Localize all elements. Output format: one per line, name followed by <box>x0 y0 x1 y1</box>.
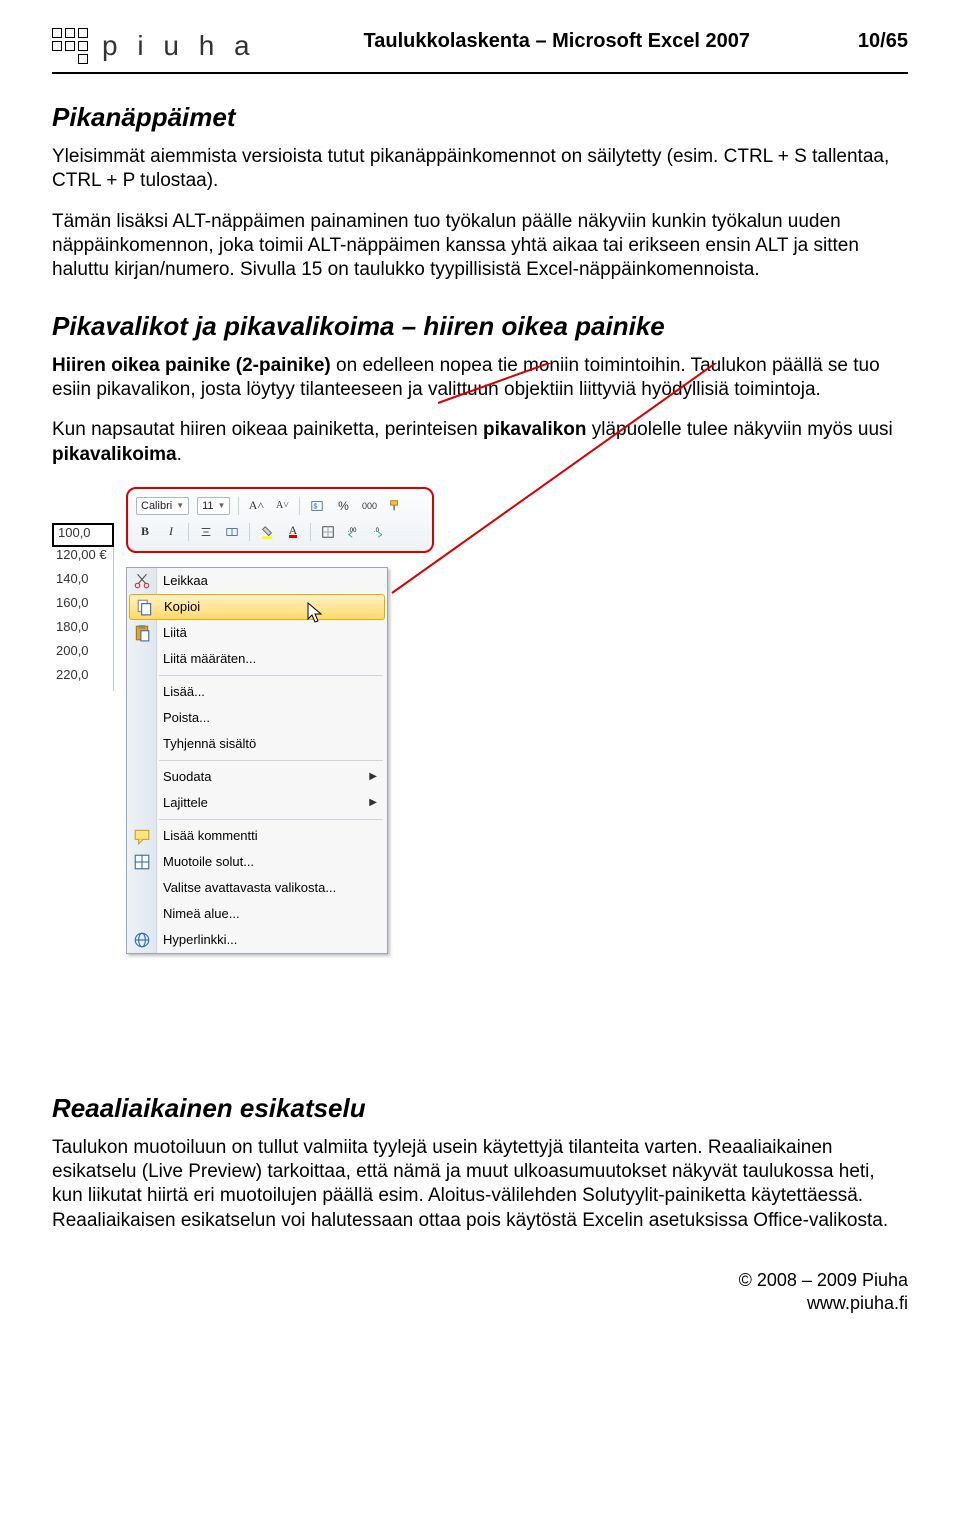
logo-icon <box>52 28 92 64</box>
excel-row-headers: 100,0 120,00 € 140,0 160,0 180,0 200,0 2… <box>52 523 114 691</box>
section-shortcuts-title: Pikanäppäimet <box>52 102 908 133</box>
menu-pick-from-list[interactable]: Valitse avattavasta valikosta... <box>127 875 387 901</box>
section-shortcuts-p1: Yleisimmät aiemmista versioista tutut pi… <box>52 145 908 194</box>
page-footer: © 2008 – 2009 Piuha www.piuha.fi <box>52 1269 908 1316</box>
page-header: p i u h a Taulukkolaskenta – Microsoft E… <box>52 28 908 64</box>
cut-icon <box>133 572 151 590</box>
merge-center-icon[interactable] <box>223 523 241 541</box>
row-cell: 120,00 € <box>52 547 114 571</box>
format-cells-icon <box>133 853 151 871</box>
document-title: Taulukkolaskenta – Microsoft Excel 2007 <box>364 30 750 53</box>
row-cell: 200,0 <box>52 643 114 667</box>
menu-paste[interactable]: Liitä <box>127 620 387 646</box>
logo-text: p i u h a <box>102 30 256 62</box>
section-contextmenu-title: Pikavalikot ja pikavalikoima – hiiren oi… <box>52 311 908 342</box>
center-align-icon[interactable] <box>197 523 215 541</box>
menu-insert[interactable]: Lisää... <box>127 679 387 705</box>
submenu-arrow-icon: ▶ <box>369 771 377 782</box>
row-cell: 100,0 <box>52 523 114 547</box>
menu-comment[interactable]: Lisää kommentti <box>127 823 387 849</box>
italic-icon[interactable]: I <box>162 523 180 541</box>
context-menu[interactable]: Leikkaa Kopioi Liitä Liitä määräten... L… <box>126 567 388 954</box>
excel-screenshot: 100,0 120,00 € 140,0 160,0 180,0 200,0 2… <box>52 483 492 1063</box>
percent-format-icon[interactable]: % <box>334 497 352 515</box>
hyperlink-icon <box>133 931 151 949</box>
menu-paste-special[interactable]: Liitä määräten... <box>127 646 387 672</box>
copy-icon <box>136 598 154 616</box>
section-contextmenu-p1: Hiiren oikea painike (2-painike) on edel… <box>52 354 908 403</box>
menu-delete[interactable]: Poista... <box>127 705 387 731</box>
page-number: 10/65 <box>858 30 908 53</box>
row-cell: 220,0 <box>52 667 114 691</box>
menu-format-cells[interactable]: Muotoile solut... <box>127 849 387 875</box>
font-size-select[interactable]: 11▼ <box>197 497 230 515</box>
svg-text:.0: .0 <box>374 527 380 534</box>
font-color-icon[interactable]: A <box>284 523 302 541</box>
svg-text:$: $ <box>314 503 318 510</box>
menu-copy[interactable]: Kopioi <box>129 594 385 620</box>
format-painter-icon[interactable] <box>386 497 404 515</box>
row-cell: 180,0 <box>52 619 114 643</box>
footer-copyright: © 2008 – 2009 Piuha <box>52 1269 908 1292</box>
menu-filter[interactable]: Suodata▶ <box>127 764 387 790</box>
menu-name-range[interactable]: Nimeä alue... <box>127 901 387 927</box>
menu-hyperlink[interactable]: Hyperlinkki... <box>127 927 387 953</box>
comment-icon <box>133 827 151 845</box>
grow-font-icon[interactable]: A˄ <box>247 497 265 515</box>
bold-icon[interactable]: B <box>136 523 154 541</box>
comma-format-icon[interactable]: 000 <box>360 497 378 515</box>
fill-color-icon[interactable] <box>258 523 276 541</box>
svg-text:.00: .00 <box>348 527 357 534</box>
mini-toolbar[interactable]: Calibri▼ 11▼ A˄ A˅ $ % 000 B I <box>126 487 434 553</box>
submenu-arrow-icon: ▶ <box>369 797 377 808</box>
paste-icon <box>133 624 151 642</box>
footer-url: www.piuha.fi <box>52 1292 908 1315</box>
borders-icon[interactable] <box>319 523 337 541</box>
font-name-select[interactable]: Calibri▼ <box>136 497 189 515</box>
increase-decimal-icon[interactable]: .0 <box>371 523 389 541</box>
header-divider <box>52 72 908 74</box>
row-cell: 160,0 <box>52 595 114 619</box>
section-contextmenu-p2: Kun napsautat hiiren oikeaa painiketta, … <box>52 418 908 467</box>
section-preview-p: Taulukon muotoiluun on tullut valmiita t… <box>52 1136 908 1233</box>
row-cell: 140,0 <box>52 571 114 595</box>
mouse-cursor-icon <box>306 601 326 630</box>
menu-cut[interactable]: Leikkaa <box>127 568 387 594</box>
decrease-decimal-icon[interactable]: .00 <box>345 523 363 541</box>
shrink-font-icon[interactable]: A˅ <box>273 497 291 515</box>
accounting-format-icon[interactable]: $ <box>308 497 326 515</box>
section-shortcuts-p2: Tämän lisäksi ALT-näppäimen painaminen t… <box>52 210 908 283</box>
section-preview-title: Reaaliaikainen esikatselu <box>52 1093 908 1124</box>
menu-sort[interactable]: Lajittele▶ <box>127 790 387 816</box>
menu-clear[interactable]: Tyhjennä sisältö <box>127 731 387 757</box>
